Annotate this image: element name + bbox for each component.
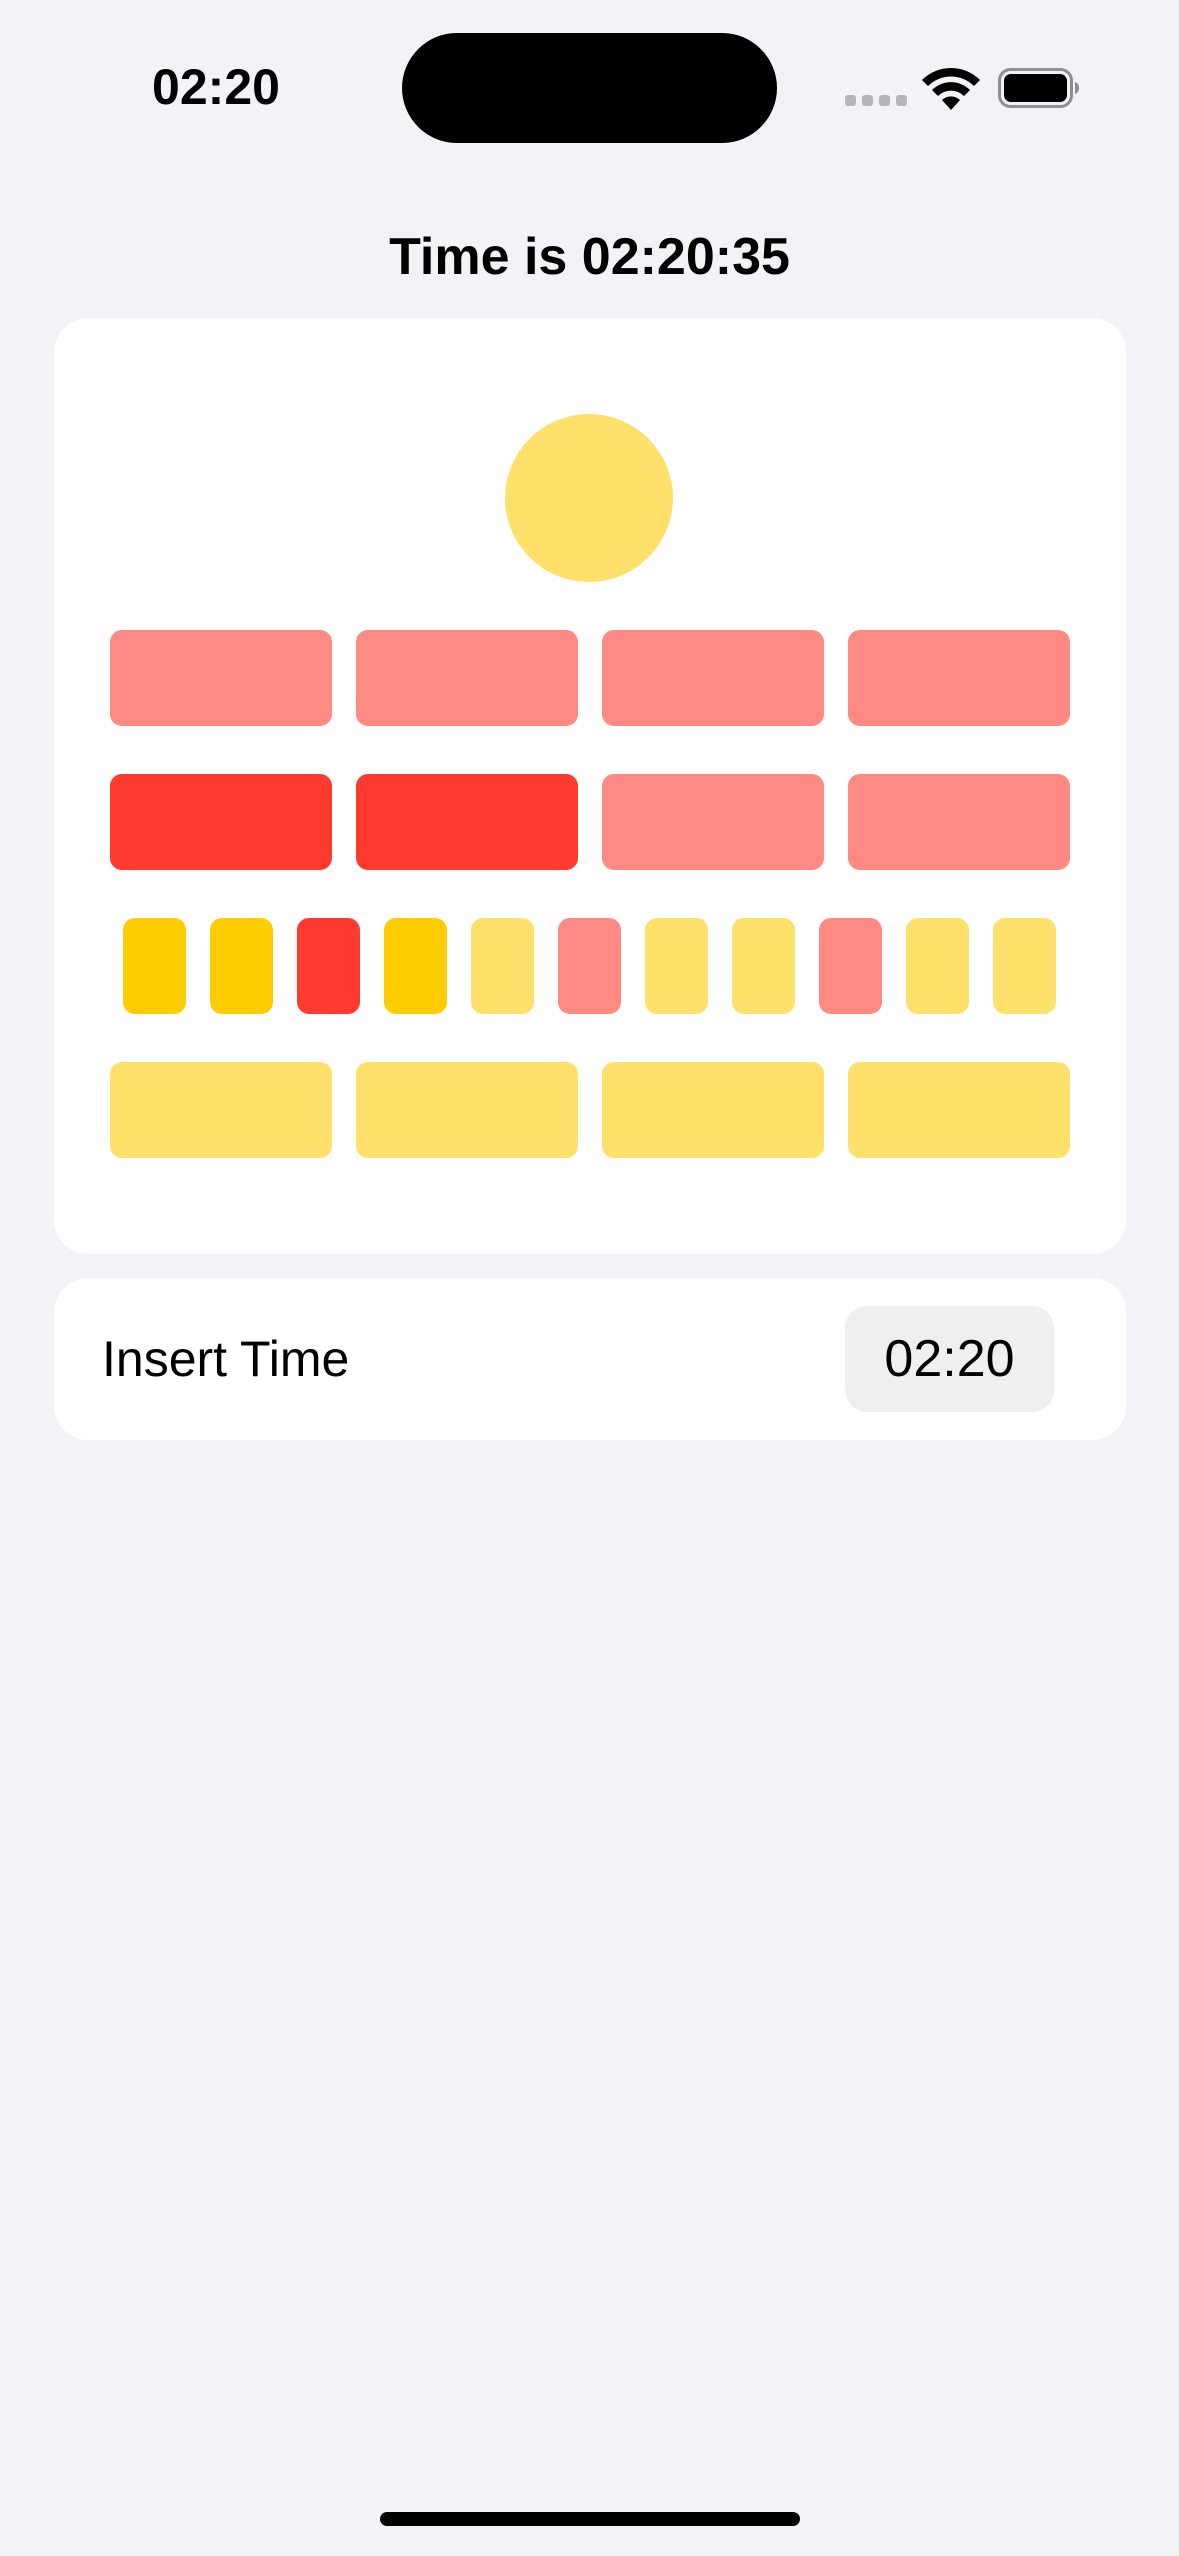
five-minutes-lamp-4 — [384, 918, 447, 1014]
five-minutes-lamp-7 — [645, 918, 708, 1014]
status-bar-time: 02:20 — [152, 59, 280, 115]
single-hours-lamp-4 — [848, 774, 1070, 870]
five-minutes-lamp-6 — [558, 918, 621, 1014]
five-minutes-lamp-8 — [732, 918, 795, 1014]
five-hours-lamp-1 — [110, 630, 332, 726]
time-picker-button[interactable]: 02:20 — [845, 1306, 1054, 1412]
dynamic-island — [402, 33, 777, 143]
five-minutes-lamp-5 — [471, 918, 534, 1014]
five-minutes-lamp-11 — [993, 918, 1056, 1014]
five-minutes-lamp-10 — [906, 918, 969, 1014]
single-hours-row — [110, 774, 1070, 870]
insert-time-row: Insert Time 02:20 — [54, 1278, 1126, 1440]
five-minutes-lamp-9 — [819, 918, 882, 1014]
single-minutes-lamp-4 — [848, 1062, 1070, 1158]
page-title: Time is 02:20:35 — [389, 228, 790, 286]
five-hours-row — [110, 630, 1070, 726]
five-hours-lamp-2 — [356, 630, 578, 726]
home-indicator[interactable] — [380, 2512, 800, 2526]
single-minutes-lamp-2 — [356, 1062, 578, 1158]
five-minutes-row — [123, 918, 1056, 1014]
seconds-lamp — [505, 414, 673, 582]
single-hours-lamp-3 — [602, 774, 824, 870]
wifi-icon — [922, 67, 980, 110]
five-hours-lamp-3 — [602, 630, 824, 726]
five-minutes-lamp-3 — [297, 918, 360, 1014]
single-hours-lamp-2 — [356, 774, 578, 870]
five-hours-lamp-4 — [848, 630, 1070, 726]
single-hours-lamp-1 — [110, 774, 332, 870]
insert-time-label: Insert Time — [102, 1331, 350, 1387]
cellular-signal-icon — [845, 95, 907, 107]
five-minutes-lamp-2 — [210, 918, 273, 1014]
five-minutes-lamp-1 — [123, 918, 186, 1014]
single-minutes-lamp-3 — [602, 1062, 824, 1158]
single-minutes-row — [110, 1062, 1070, 1158]
battery-icon — [998, 68, 1079, 108]
single-minutes-lamp-1 — [110, 1062, 332, 1158]
